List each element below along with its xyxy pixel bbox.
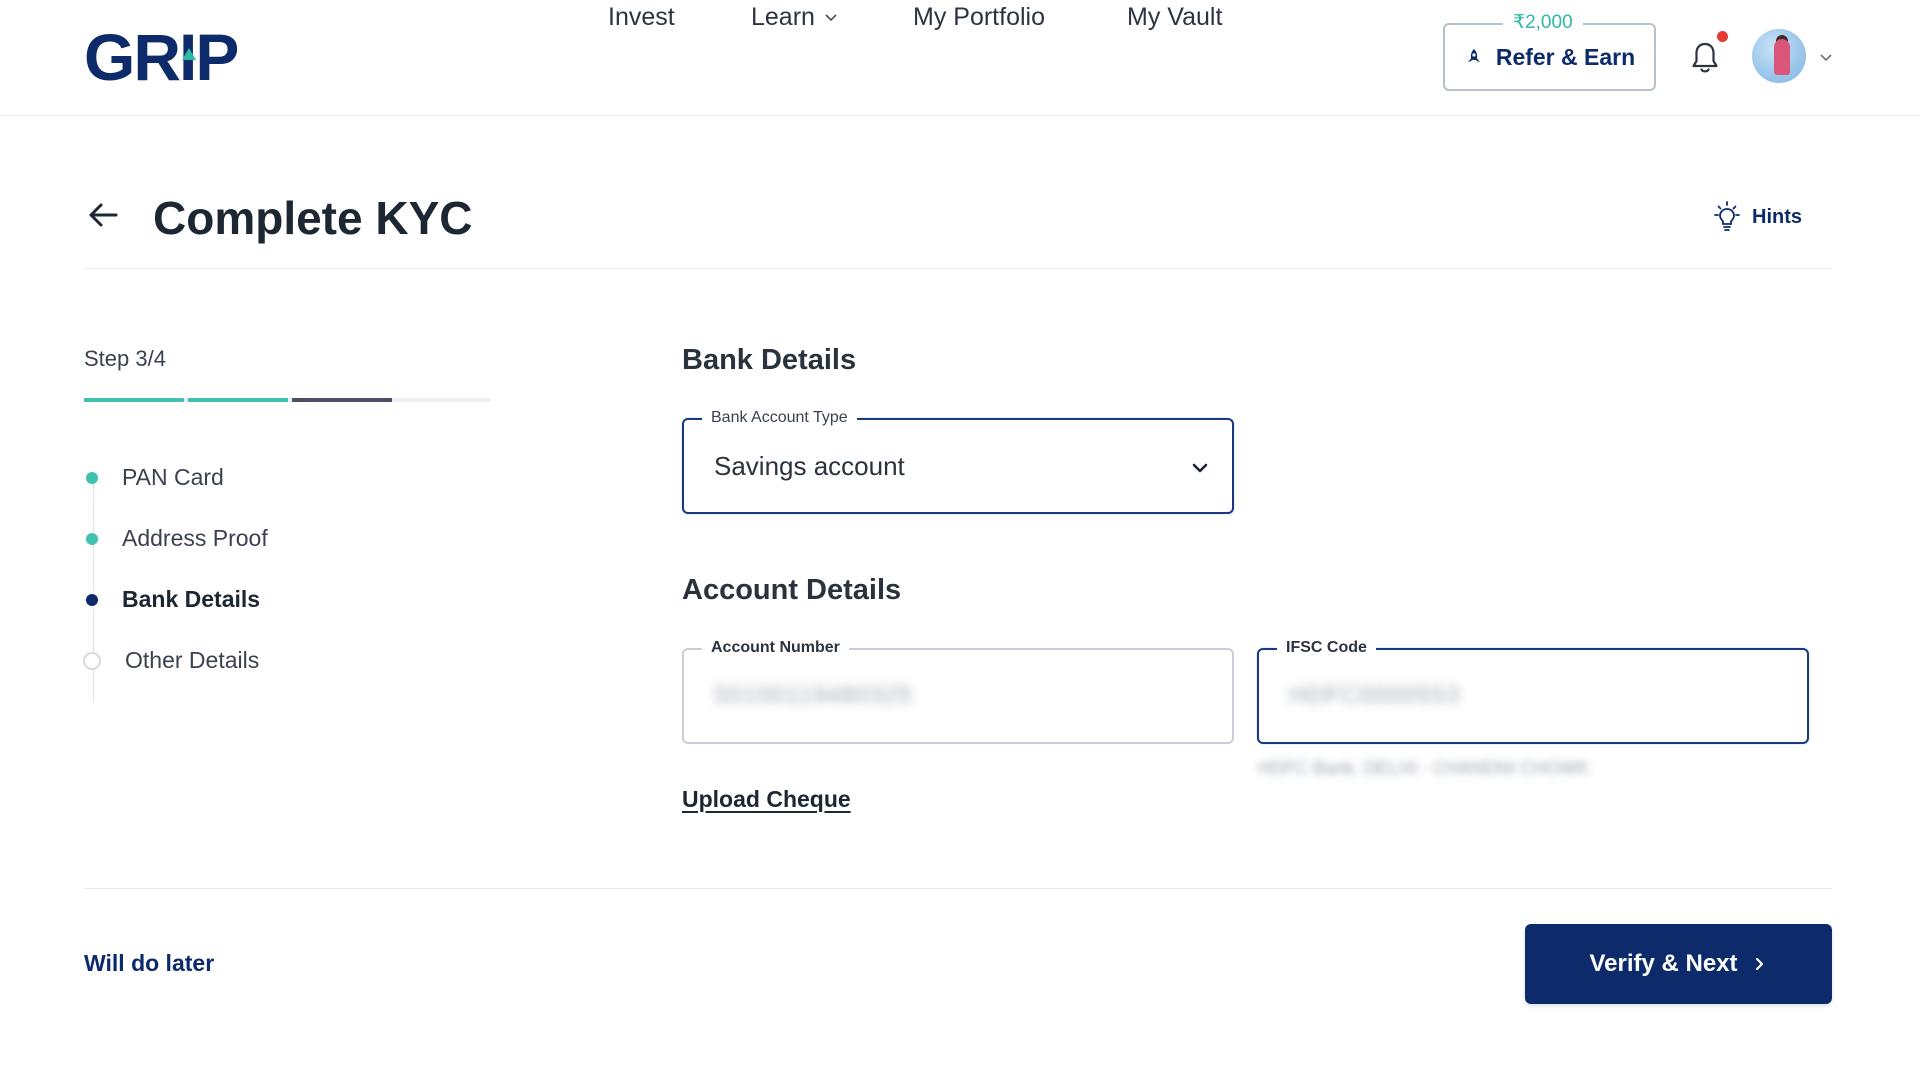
- refer-and-earn-button[interactable]: ₹2,000 Refer & Earn: [1443, 11, 1656, 91]
- account-number-value: 50100119480325: [714, 682, 914, 709]
- nav-my-portfolio[interactable]: My Portfolio: [913, 0, 1045, 34]
- top-navigation-bar: GRIP Invest Learn My Portfolio My Vault …: [0, 0, 1920, 116]
- step-label: Address Proof: [122, 525, 268, 551]
- step-complete-dot: [86, 471, 98, 484]
- nav-my-vault[interactable]: My Vault: [1127, 0, 1222, 34]
- step-pending-dot: [83, 651, 101, 670]
- bell-icon[interactable]: [1690, 40, 1720, 76]
- chevron-down-icon: [1192, 463, 1208, 473]
- step-current-dot: [86, 593, 98, 606]
- grip-logo[interactable]: GRIP: [84, 20, 239, 94]
- avatar-figure: [1774, 39, 1790, 75]
- back-arrow-icon[interactable]: [86, 198, 120, 232]
- step-complete-dot: [86, 532, 98, 545]
- step-label: PAN Card: [122, 464, 224, 490]
- bank-branch-hint: HDFC Bank, DELHI - CHANDNI CHOWK: [1258, 758, 1590, 778]
- ifsc-code-value: HDFC0000553: [1289, 682, 1461, 709]
- notification-dot: [1717, 31, 1728, 42]
- footer-divider: [84, 888, 1832, 889]
- hints-label: Hints: [1752, 205, 1802, 228]
- nav-invest-label: Invest: [608, 3, 675, 31]
- step-other-details[interactable]: Other Details: [83, 647, 260, 674]
- account-number-field[interactable]: Account Number 50100119480325: [682, 639, 1234, 744]
- bank-account-type-value: Savings account: [714, 450, 905, 481]
- nav-learn-label: Learn: [751, 3, 815, 31]
- title-divider: [84, 268, 1832, 269]
- step-pan-card[interactable]: PAN Card: [84, 464, 224, 491]
- progress-segment-pan: [84, 398, 184, 402]
- upload-cheque-link[interactable]: Upload Cheque: [682, 786, 851, 813]
- chevron-down-icon: [825, 14, 837, 22]
- verify-and-next-button[interactable]: Verify & Next: [1525, 924, 1832, 1004]
- nav-invest[interactable]: Invest: [608, 0, 675, 34]
- step-progress-bar: [84, 398, 490, 402]
- nav-my-portfolio-label: My Portfolio: [913, 3, 1045, 31]
- account-details-heading: Account Details: [682, 574, 902, 606]
- nav-learn[interactable]: Learn: [751, 0, 839, 34]
- will-do-later-link[interactable]: Will do later: [84, 950, 214, 977]
- lightbulb-icon: [1714, 201, 1740, 231]
- nav-my-vault-label: My Vault: [1127, 3, 1223, 31]
- ifsc-code-field[interactable]: IFSC Code HDFC0000553: [1257, 639, 1809, 744]
- step-bank-details[interactable]: Bank Details: [84, 586, 260, 613]
- progress-segment-bank: [292, 398, 392, 402]
- hints-button[interactable]: Hints: [1710, 200, 1802, 234]
- refer-reward-badge: ₹2,000: [1503, 11, 1583, 35]
- rocket-icon: [1467, 49, 1480, 62]
- chevron-right-icon: [1755, 957, 1763, 971]
- step-counter: Step 3/4: [84, 346, 166, 371]
- step-label: Bank Details: [122, 586, 261, 612]
- verify-and-next-label: Verify & Next: [1589, 950, 1738, 977]
- refer-and-earn-label: Refer & Earn: [1495, 43, 1636, 70]
- progress-segment-address: [188, 398, 288, 402]
- user-avatar[interactable]: [1752, 29, 1806, 83]
- bank-account-type-select[interactable]: Bank Account Type Savings account: [682, 409, 1234, 514]
- step-label: Other Details: [125, 647, 260, 673]
- page-title: Complete KYC: [153, 192, 473, 244]
- logo-arrow-icon: [182, 48, 196, 60]
- chevron-down-icon[interactable]: [1818, 49, 1834, 65]
- step-address-proof[interactable]: Address Proof: [84, 525, 268, 552]
- bank-details-heading: Bank Details: [682, 344, 857, 376]
- logo-text: GRIP: [84, 20, 239, 94]
